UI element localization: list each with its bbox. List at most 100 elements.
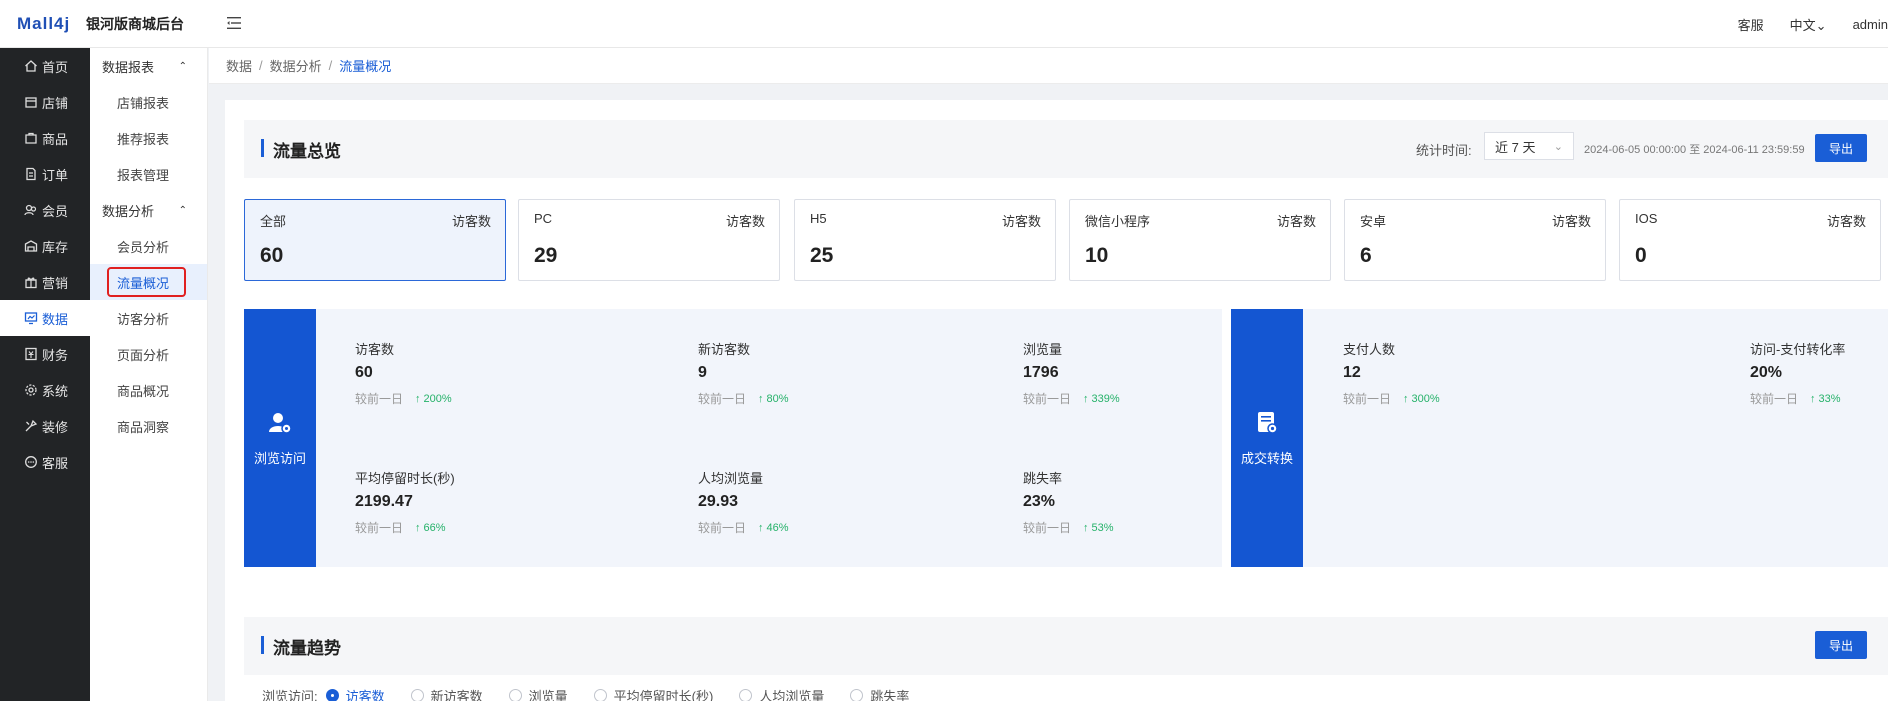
nav-label: 商品 <box>42 131 69 147</box>
radio-new-visitors[interactable]: 新访客数 <box>410 686 483 701</box>
channel-card-android[interactable]: 安卓 访客数 6 <box>1344 199 1606 281</box>
order-icon <box>26 167 36 181</box>
subnav-visitor-analysis[interactable]: 访客分析 <box>90 300 207 336</box>
export-button[interactable]: 导出 <box>1815 134 1867 162</box>
metric-avg-stay: 平均停留时长(秒) 2199.47 较前一日 ↑ 66% <box>355 468 455 536</box>
radio-visitors[interactable]: 访客数 <box>325 686 385 701</box>
nav-item-member[interactable]: 会员 <box>0 192 90 228</box>
menu-collapse-icon[interactable] <box>226 15 242 31</box>
overview-header: 流量总览 统计时间: 近 7 天 ⌄ 2024-06-05 00:00:00 至… <box>244 120 1888 178</box>
trend-up: ↑ 66% <box>415 522 446 534</box>
metric-visitors: 访客数 60 较前一日 ↑ 200% <box>355 339 452 407</box>
nav-label: 会员 <box>42 203 69 219</box>
channel-value: 0 <box>1635 244 1647 267</box>
metric-name: 人均浏览量 <box>698 471 764 486</box>
goods-icon <box>25 132 37 144</box>
channel-name: 微信小程序 <box>1085 214 1151 229</box>
gear-icon <box>25 384 37 396</box>
metric-compare: 较前一日 ↑ 339% <box>1023 390 1120 407</box>
nav-item-finance[interactable]: 财务 <box>0 336 90 372</box>
nav-item-home[interactable]: 首页 <box>0 48 90 84</box>
metric-compare: 较前一日 ↑ 300% <box>1343 390 1440 407</box>
visitor-icon <box>269 412 292 434</box>
arrow-up-icon: ↑ <box>758 392 764 405</box>
trend-up: ↑ 200% <box>415 393 452 405</box>
radio-group-label: 浏览访问: <box>262 689 318 701</box>
gift-icon <box>25 277 37 289</box>
metric-name: 支付人数 <box>1343 342 1396 357</box>
metric-bounce-rate: 跳失率 23% 较前一日 ↑ 53% <box>1023 468 1114 536</box>
nav-item-system[interactable]: 系统 <box>0 372 90 408</box>
trend-header: 流量趋势 导出 <box>244 617 1888 675</box>
channel-value: 6 <box>1360 244 1372 267</box>
channel-card-h5[interactable]: H5 访客数 25 <box>794 199 1056 281</box>
nav-group-analysis[interactable]: 数据分析 ⌃ <box>90 192 207 228</box>
channel-card-all[interactable]: 全部 访客数 60 <box>244 199 506 281</box>
nav-group-reports[interactable]: 数据报表 ⌃ <box>90 48 207 84</box>
compare-label: 较前一日 <box>1023 521 1072 535</box>
arrow-up-icon: ↑ <box>1403 392 1409 405</box>
service-link[interactable]: 客服 <box>1738 15 1764 34</box>
main-content: 流量总览 统计时间: 近 7 天 ⌄ 2024-06-05 00:00:00 至… <box>225 100 1888 701</box>
logo[interactable]: Mall4j <box>17 14 70 34</box>
browse-tag-label: 浏览访问 <box>253 450 306 466</box>
conversion-metrics-block: 成交转换 支付人数 12 较前一日 ↑ 300% 访问-支付转化率 20% 较前一日… <box>1231 309 1888 567</box>
trend-up: ↑ 339% <box>1083 393 1120 405</box>
subnav-shop-report[interactable]: 店铺报表 <box>90 84 207 120</box>
nav-item-decorate[interactable]: 装修 <box>0 408 90 444</box>
secondary-nav: 数据报表 ⌃ 店铺报表 推荐报表 报表管理 数据分析 ⌃ 会员分析 流量概况 访客分… <box>90 48 208 701</box>
nav-item-data[interactable]: 数据 <box>0 300 90 336</box>
subnav-goods-insight[interactable]: 商品洞察 <box>90 408 207 444</box>
radio-bounce-rate[interactable]: 跳失率 <box>850 686 909 701</box>
breadcrumb-current: 流量概况 <box>339 59 392 74</box>
overview-title: 流量总览 <box>261 137 341 162</box>
subnav-recommend-report[interactable]: 推荐报表 <box>90 120 207 156</box>
chevron-up-icon: ⌃ <box>178 60 187 72</box>
trend-metric-radios: 浏览访问: 访客数 新访客数 浏览量 平均停留时长(秒) 人均浏览量 跳失率 <box>262 686 935 701</box>
metric-name: 跳失率 <box>1023 471 1063 486</box>
radio-avg-stay[interactable]: 平均停留时长(秒) <box>593 686 713 701</box>
nav-item-stock[interactable]: 库存 <box>0 228 90 264</box>
chevron-up-icon: ⌃ <box>178 204 187 216</box>
channel-card-pc[interactable]: PC 访客数 29 <box>518 199 780 281</box>
subnav-goods-overview[interactable]: 商品概况 <box>90 372 207 408</box>
arrow-up-icon: ↑ <box>1083 521 1089 534</box>
nav-label: 首页 <box>42 59 69 75</box>
radio-page-views[interactable]: 浏览量 <box>508 686 568 701</box>
highlight-box <box>107 267 186 297</box>
home-icon <box>25 60 37 72</box>
breadcrumb-separator: / <box>259 58 263 73</box>
radio-dot <box>593 689 607 701</box>
arrow-up-icon: ↑ <box>1810 392 1816 405</box>
stock-icon <box>24 240 38 252</box>
channel-card-miniprogram[interactable]: 微信小程序 访客数 10 <box>1069 199 1331 281</box>
subnav-member-analysis[interactable]: 会员分析 <box>90 228 207 264</box>
subnav-report-manage[interactable]: 报表管理 <box>90 156 207 192</box>
breadcrumb-separator: / <box>328 58 333 73</box>
compare-pct: 300% <box>1411 392 1440 405</box>
nav-item-order[interactable]: 订单 <box>0 156 90 192</box>
radio-dot <box>508 689 522 701</box>
top-bar: Mall4j 银河版商城后台 客服 中文⌄ admin <box>0 0 1888 48</box>
breadcrumb-data[interactable]: 数据 <box>226 56 252 75</box>
subnav-page-analysis[interactable]: 页面分析 <box>90 336 207 372</box>
language-switch[interactable]: 中文⌄ <box>1790 15 1827 34</box>
radio-label: 人均浏览量 <box>759 689 825 701</box>
metric-value: 23% <box>1023 493 1056 510</box>
channel-card-ios[interactable]: IOS 访客数 0 <box>1619 199 1881 281</box>
nav-item-goods[interactable]: 商品 <box>0 120 90 156</box>
metric-value: 1796 <box>1023 364 1059 381</box>
user-menu[interactable]: admin <box>1853 17 1888 32</box>
nav-item-marketing[interactable]: 营销 <box>0 264 90 300</box>
nav-item-service[interactable]: 客服 <box>0 444 90 480</box>
radio-views-per-visitor[interactable]: 人均浏览量 <box>739 686 824 701</box>
trend-up: ↑ 300% <box>1403 393 1440 405</box>
nav-item-shop[interactable]: 店铺 <box>0 84 90 120</box>
subnav-traffic-overview[interactable]: 流量概况 <box>90 264 207 300</box>
radio-dot <box>325 689 339 701</box>
breadcrumb: 数据 / 数据分析 / 流量概况 <box>209 48 1888 84</box>
time-range-select[interactable]: 近 7 天 ⌄ <box>1484 132 1574 160</box>
breadcrumb-analysis[interactable]: 数据分析 <box>270 56 322 75</box>
trend-export-button[interactable]: 导出 <box>1815 631 1867 659</box>
browse-tag: 浏览访问 <box>244 309 316 567</box>
